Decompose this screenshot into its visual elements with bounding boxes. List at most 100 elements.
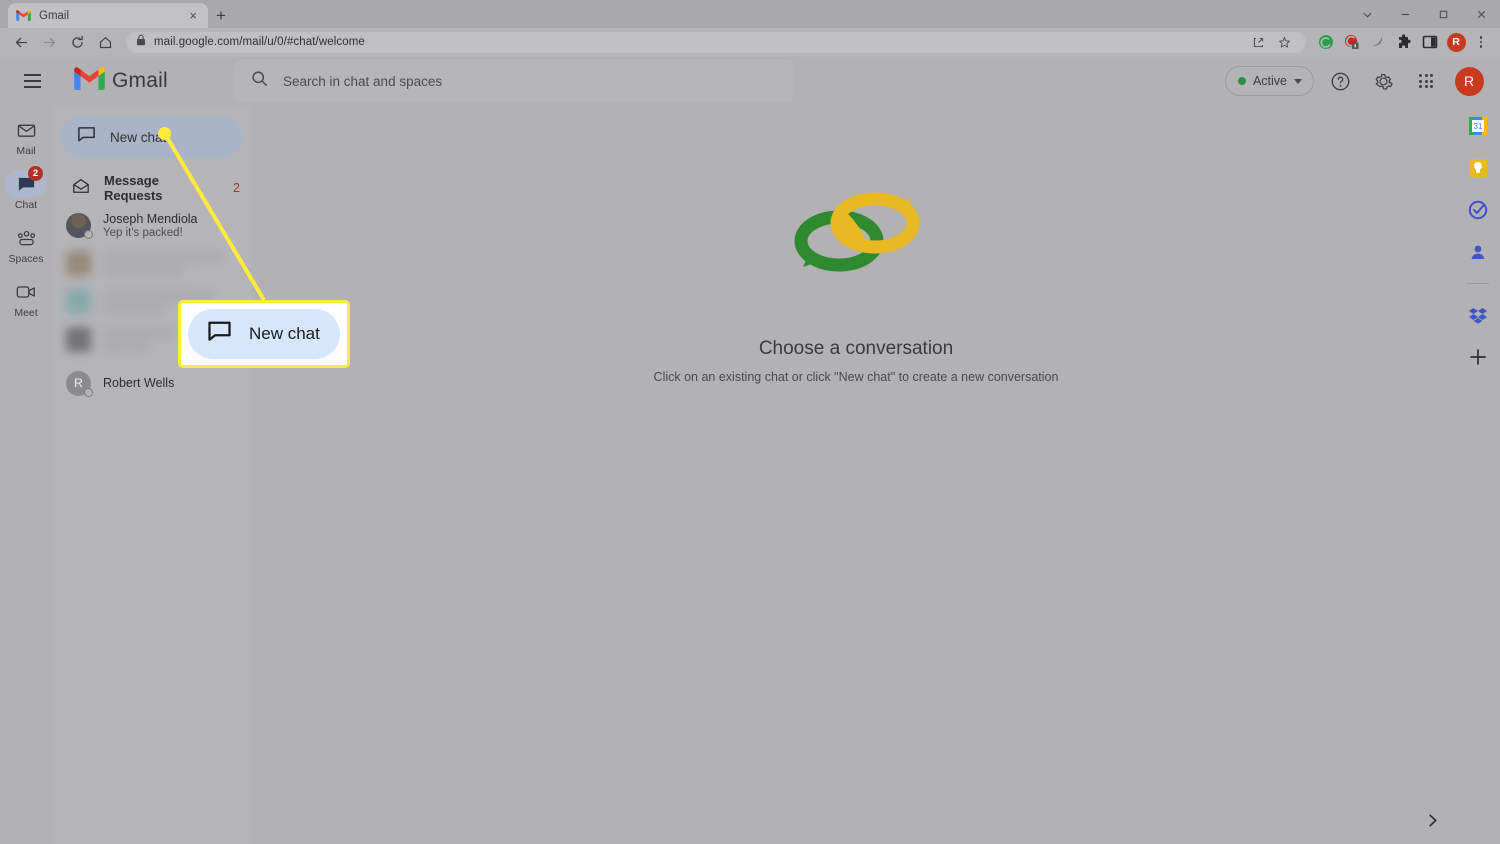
list-item-texts bbox=[103, 290, 240, 312]
sidebar-item-label: Mail bbox=[16, 145, 36, 157]
browser-tab-gmail[interactable]: Gmail × bbox=[8, 3, 208, 28]
chevron-down-icon bbox=[1294, 78, 1302, 84]
close-window-icon[interactable] bbox=[1462, 0, 1500, 28]
main-menu-icon[interactable] bbox=[12, 61, 52, 101]
list-item[interactable] bbox=[52, 282, 252, 320]
puzzle-extension[interactable] bbox=[1392, 30, 1416, 54]
chat-rings-illustration-icon bbox=[781, 179, 931, 294]
sidebar-item-meet[interactable]: Meet bbox=[0, 274, 52, 324]
profile-initial: R bbox=[1446, 32, 1466, 52]
list-item[interactable] bbox=[52, 320, 252, 358]
new-chat-button[interactable]: New chat bbox=[60, 116, 242, 158]
kebab-menu[interactable] bbox=[1470, 36, 1492, 48]
maximize-icon[interactable] bbox=[1424, 0, 1462, 28]
mail-icon bbox=[5, 117, 47, 143]
share-icon[interactable] bbox=[1246, 30, 1270, 54]
spaces-icon bbox=[5, 225, 47, 251]
dropbox-icon[interactable] bbox=[1467, 304, 1489, 326]
new-tab-button[interactable]: + bbox=[208, 3, 234, 28]
minimize-icon[interactable] bbox=[1386, 0, 1424, 28]
gmail-app: Gmail Search in chat and spaces Active R… bbox=[0, 57, 1500, 844]
message-requests-header[interactable]: Message Requests 2 bbox=[52, 170, 252, 206]
list-item[interactable]: Joseph Mendiola Yep it's packed! bbox=[52, 206, 252, 244]
settings-gear-icon[interactable] bbox=[1366, 64, 1400, 98]
status-dot-icon bbox=[1237, 77, 1246, 85]
list-item[interactable] bbox=[52, 244, 252, 282]
presence-icon bbox=[84, 387, 93, 397]
add-addon-icon[interactable] bbox=[1467, 346, 1489, 368]
empty-state-subtitle: Click on an existing chat or click "New … bbox=[653, 370, 1059, 384]
close-icon[interactable]: × bbox=[186, 9, 200, 22]
expand-panel-icon[interactable] bbox=[1420, 808, 1444, 832]
divider bbox=[1467, 283, 1489, 284]
list-item-name: Robert Wells bbox=[103, 376, 175, 390]
new-chat-label: New chat bbox=[110, 129, 167, 145]
avatar bbox=[66, 250, 91, 276]
bookmark-star-icon[interactable] bbox=[1272, 30, 1296, 54]
section-count: 2 bbox=[233, 181, 240, 195]
list-item-name: Joseph Mendiola bbox=[103, 211, 198, 226]
lock-icon bbox=[136, 33, 146, 51]
browser-profile-avatar[interactable]: R bbox=[1444, 30, 1468, 54]
avatar bbox=[66, 288, 91, 314]
avatar bbox=[66, 212, 93, 239]
list-item[interactable]: R Robert Wells bbox=[52, 364, 252, 402]
conversation-panel: Choose a conversation Click on an existi… bbox=[256, 109, 1456, 844]
avatar-initial: R bbox=[1454, 66, 1484, 96]
browser-toolbar: mail.google.com/mail/u/0/#chat/welcome R bbox=[0, 28, 1500, 56]
back-icon[interactable] bbox=[8, 30, 34, 54]
avatar[interactable]: R bbox=[1452, 64, 1486, 98]
sidebar-item-label: Chat bbox=[14, 199, 38, 211]
home-icon[interactable] bbox=[92, 30, 118, 54]
sidebar-item-label: Meet bbox=[14, 307, 38, 319]
gray-pen-extension[interactable] bbox=[1366, 30, 1390, 54]
chat-list-panel: New chat Message Requests 2 Joseph Mendi… bbox=[52, 105, 252, 844]
search-placeholder: Search in chat and spaces bbox=[283, 73, 443, 89]
google-side-panel: 31 bbox=[1456, 105, 1500, 844]
chat-unread-badge: 2 bbox=[28, 166, 43, 181]
sidebar-item-mail[interactable]: Mail bbox=[0, 112, 52, 162]
omnibox-actions bbox=[1246, 30, 1296, 54]
avatar bbox=[66, 326, 91, 352]
section-title: Message Requests bbox=[104, 173, 163, 203]
browser-window: Gmail × + mail.google.com/mail/u/0/#chat… bbox=[0, 0, 1500, 844]
list-item-snippet: Yep it's packed! bbox=[103, 226, 183, 239]
search-icon bbox=[251, 70, 268, 92]
gmail-brand[interactable]: Gmail bbox=[74, 67, 212, 95]
chat-icon: 2 bbox=[5, 166, 47, 197]
app-body: Mail 2 Chat Spaces Meet New chat Message… bbox=[0, 105, 1500, 844]
forward-icon[interactable] bbox=[36, 30, 62, 54]
page-title: Choose a conversation bbox=[758, 338, 954, 359]
side-panel-icon[interactable] bbox=[1418, 30, 1442, 54]
chevron-down-icon[interactable] bbox=[1348, 0, 1386, 28]
list-item-texts bbox=[103, 252, 240, 274]
tab-strip: Gmail × + bbox=[0, 0, 1500, 28]
green-circle-extension[interactable] bbox=[1314, 30, 1338, 54]
header-actions: Active R bbox=[1224, 64, 1492, 98]
meet-icon bbox=[5, 279, 47, 305]
avatar: R bbox=[66, 370, 93, 397]
help-icon[interactable] bbox=[1323, 64, 1357, 98]
google-tasks-icon[interactable] bbox=[1467, 199, 1489, 221]
status-label: Active bbox=[1252, 74, 1287, 88]
presence-icon bbox=[84, 229, 93, 239]
list-item-texts: Joseph Mendiola Yep it's packed! bbox=[103, 212, 198, 239]
sidebar-item-chat[interactable]: 2 Chat bbox=[0, 166, 52, 216]
sidebar-item-spaces[interactable]: Spaces bbox=[0, 220, 52, 270]
tab-title: Gmail bbox=[39, 9, 70, 22]
left-nav-rail: Mail 2 Chat Spaces Meet bbox=[0, 105, 52, 844]
svg-text:31: 31 bbox=[1474, 122, 1483, 131]
gmail-header: Gmail Search in chat and spaces Active R bbox=[0, 57, 1500, 105]
open-envelope-icon bbox=[72, 177, 90, 200]
google-contacts-icon[interactable] bbox=[1467, 241, 1489, 263]
gmail-logo-icon bbox=[74, 67, 105, 95]
status-badge[interactable]: Active bbox=[1224, 66, 1314, 96]
reload-icon[interactable] bbox=[64, 30, 90, 54]
address-bar[interactable]: mail.google.com/mail/u/0/#chat/welcome bbox=[126, 30, 1306, 54]
google-calendar-icon[interactable]: 31 bbox=[1467, 115, 1489, 137]
search-input[interactable]: Search in chat and spaces bbox=[234, 59, 794, 103]
window-controls bbox=[1348, 0, 1500, 28]
apps-grid-icon[interactable] bbox=[1409, 64, 1443, 98]
red-shield-extension[interactable] bbox=[1340, 30, 1364, 54]
google-keep-icon[interactable] bbox=[1467, 157, 1489, 179]
